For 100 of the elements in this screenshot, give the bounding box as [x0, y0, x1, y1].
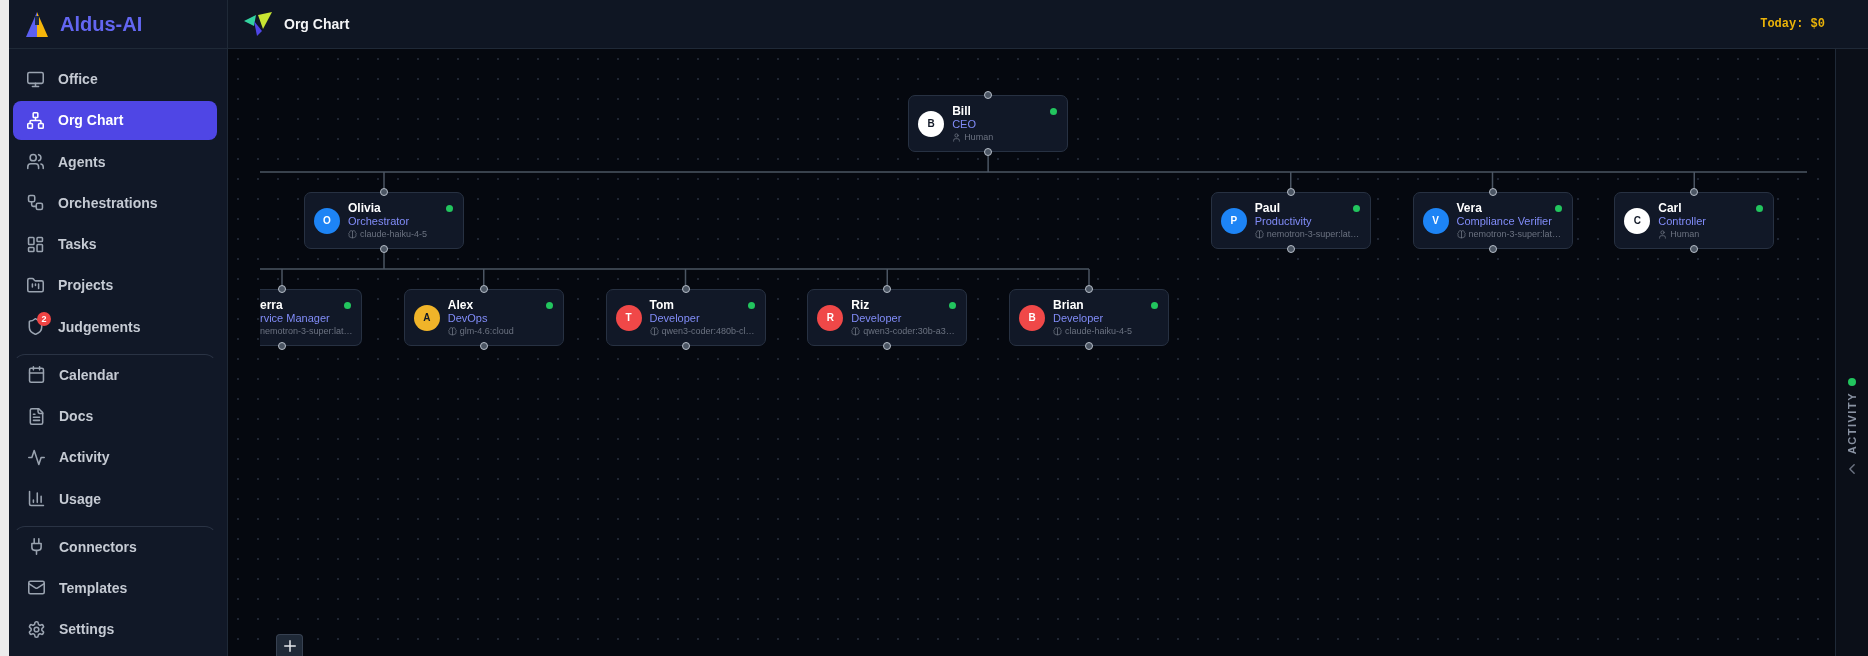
sidebar-item[interactable]: Tasks — [13, 224, 217, 264]
sidebar-item[interactable]: Org Chart — [13, 100, 217, 140]
brand-name: Aldus-AI — [60, 12, 143, 36]
node-model: claude-haiku-4-5 — [1065, 325, 1133, 338]
sidebar-item[interactable]: Orchestrations — [13, 183, 217, 223]
logo-icon — [244, 12, 272, 36]
sidebar-item[interactable]: Projects — [13, 266, 217, 305]
node-name: erra — [260, 298, 284, 312]
connector-line — [383, 171, 385, 189]
connection-handle — [681, 342, 690, 350]
connector-line — [281, 268, 283, 286]
connection-handle — [681, 285, 690, 293]
person-icon — [1658, 230, 1668, 239]
connection-handle — [1488, 245, 1497, 253]
connector-line — [1491, 171, 1494, 189]
brain-icon — [1053, 327, 1062, 336]
brain-icon — [1456, 230, 1466, 239]
node-role: Controller — [1658, 215, 1706, 228]
brain-icon — [348, 230, 357, 239]
connection-handle — [883, 285, 892, 293]
brain-icon — [649, 327, 659, 336]
workflow-icon — [27, 194, 44, 212]
avatar: P — [1220, 207, 1247, 234]
node-name: Paul — [1254, 201, 1282, 215]
activity-tab[interactable]: ACTIVITY — [1846, 392, 1858, 455]
org-chart-node[interactable]: R Riz Developer qwen3-coder:30b-a3… — [807, 289, 968, 346]
org-chart-node[interactable]: erra rvice Manager nemotron-3-super:lat… — [260, 289, 362, 346]
grid-icon — [27, 235, 44, 253]
org-chart-node[interactable]: B Bill CEO Human — [908, 95, 1069, 152]
connection-handle — [1286, 245, 1295, 253]
chevron-left-icon[interactable] — [1849, 464, 1855, 475]
connection-handle — [479, 285, 488, 293]
brain-icon — [851, 327, 861, 336]
sidebar-item[interactable]: Activity — [14, 437, 216, 477]
connector-line — [1290, 171, 1292, 189]
node-role: DevOps — [447, 312, 489, 325]
connector-line — [886, 268, 888, 286]
sidebar-item[interactable]: Usage — [14, 479, 216, 519]
node-role: Orchestrator — [348, 215, 411, 228]
connection-handle — [278, 285, 286, 293]
connector-line — [1693, 171, 1695, 189]
org-chart-node[interactable]: B Brian Developer claude-haiku-4-5 — [1009, 289, 1169, 346]
node-model: Human — [964, 131, 994, 144]
sidebar-item[interactable]: Settings — [14, 609, 216, 649]
brain-icon — [1254, 230, 1264, 239]
settings-icon — [28, 620, 45, 638]
connection-handle — [984, 91, 993, 99]
avatar: B — [918, 110, 945, 137]
shield-icon — [27, 318, 44, 336]
sidebar-item[interactable]: Docs — [14, 396, 216, 436]
node-model: nemotron-3-super:lat… — [1468, 228, 1562, 241]
node-name: Vera — [1456, 201, 1483, 215]
connection-handle — [1690, 188, 1699, 196]
zoom-in-button[interactable] — [276, 634, 303, 656]
node-model: nemotron-3-super:lat… — [1266, 228, 1360, 241]
sidebar-item[interactable]: Templates — [14, 568, 216, 608]
connection-handle — [380, 245, 388, 253]
person-icon — [952, 133, 962, 142]
users-icon — [27, 153, 44, 171]
node-role: Developer — [649, 312, 701, 325]
sidebar-item[interactable]: Connectors — [14, 527, 216, 567]
connection-handle — [1085, 342, 1093, 350]
org-chart-node[interactable]: C Carl Controller Human — [1614, 192, 1775, 249]
connection-handle — [278, 342, 286, 350]
node-role: Productivity — [1254, 215, 1313, 228]
notification-badge: 2 — [37, 312, 51, 327]
connection-handle — [479, 342, 488, 350]
page-title: Org Chart — [284, 16, 350, 32]
node-role: Developer — [851, 312, 903, 325]
monitor-icon — [27, 70, 44, 88]
sidebar-item[interactable]: Agents — [13, 142, 217, 182]
org-chart-node[interactable]: O Olivia Orchestrator claude-haiku-4-5 — [304, 192, 464, 249]
sidebar-item[interactable]: Calendar — [14, 355, 216, 395]
node-name: Tom — [649, 298, 675, 312]
node-model: Human — [1670, 228, 1700, 241]
avatar: T — [615, 304, 642, 331]
avatar: A — [413, 304, 440, 331]
connection-handle — [380, 188, 388, 196]
today-cost: Today: $0 — [1760, 17, 1825, 31]
node-model: claude-haiku-4-5 — [360, 228, 428, 241]
org-chart-node[interactable]: A Alex DevOps glm-4.6:cloud — [403, 289, 564, 346]
plus-icon — [283, 639, 296, 652]
hierarchy-icon — [27, 111, 44, 129]
connector-line — [1088, 268, 1090, 286]
org-chart-node[interactable]: P Paul Productivity nemotron-3-super:lat… — [1210, 192, 1371, 249]
connection-handle — [1690, 245, 1699, 253]
sidebar-item[interactable]: Office — [13, 59, 217, 99]
sidebar-item[interactable]: 2 Judgements — [13, 307, 217, 347]
avatar: B — [1019, 304, 1045, 331]
org-chart-node[interactable]: V Vera Compliance Verifier nemotron-3-super:lat… — [1412, 192, 1573, 249]
connection-handle — [1488, 188, 1497, 196]
calendar-icon — [28, 366, 45, 384]
avatar: O — [314, 207, 340, 234]
connector-line — [483, 268, 485, 286]
plug-icon — [28, 538, 45, 556]
org-chart-node[interactable]: T Tom Developer qwen3-coder:480b-cl… — [605, 289, 766, 346]
avatar: C — [1624, 207, 1651, 234]
node-name: Brian — [1053, 298, 1085, 312]
node-role: rvice Manager — [260, 312, 331, 325]
node-name: Bill — [952, 104, 972, 118]
